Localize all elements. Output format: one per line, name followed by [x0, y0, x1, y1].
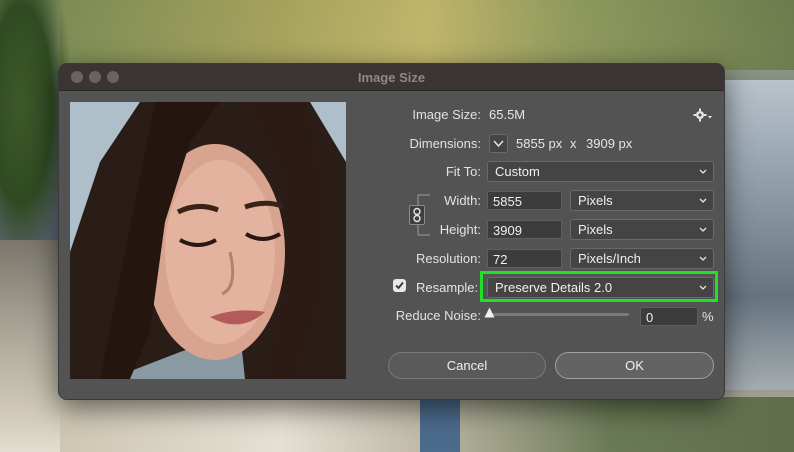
width-unit-value: Pixels [578, 193, 613, 208]
resolution-unit-value: Pixels/Inch [578, 251, 641, 266]
image-size-dialog: Image Size Image Size: 65.5M Dimensions:… [58, 63, 725, 400]
gear-icon[interactable] [693, 107, 713, 123]
resolution-label: Resolution: [415, 251, 481, 266]
dimensions-width-value: 5855 px [516, 136, 563, 151]
dimensions-height-value: 3909 px [586, 136, 633, 151]
width-label: Width: [444, 193, 481, 208]
resample-checkbox[interactable] [393, 279, 406, 292]
chevron-down-icon [699, 227, 707, 232]
dimensions-separator: x [570, 136, 577, 151]
width-unit-select[interactable]: Pixels [570, 190, 714, 211]
portrait-preview-image [70, 102, 346, 379]
chevron-down-icon [699, 256, 707, 261]
fit-to-select[interactable]: Custom [487, 161, 714, 182]
height-unit-value: Pixels [578, 222, 613, 237]
title-bar: Image Size [59, 64, 724, 91]
reduce-noise-unit: % [702, 309, 714, 324]
image-size-value: 65.5M [489, 107, 526, 122]
background-person-jeans [420, 397, 460, 452]
height-unit-select[interactable]: Pixels [570, 219, 714, 240]
fit-to-value: Custom [495, 164, 540, 179]
fit-to-label: Fit To: [445, 164, 481, 179]
resolution-input[interactable]: 72 [487, 249, 562, 268]
dimensions-label: Dimensions: [409, 136, 481, 151]
slider-handle-icon[interactable] [484, 307, 495, 318]
background-foliage [60, 0, 794, 70]
resample-label: Resample: [416, 280, 479, 295]
cancel-button[interactable]: Cancel [388, 352, 546, 379]
checkbox-icon [395, 281, 404, 290]
ok-button[interactable]: OK [555, 352, 714, 379]
resample-method-select[interactable]: Preserve Details 2.0 [487, 277, 714, 298]
dimensions-dropdown-button[interactable] [489, 134, 508, 153]
height-input[interactable]: 3909 [487, 220, 562, 239]
chevron-down-icon [699, 285, 707, 290]
width-input[interactable]: 5855 [487, 191, 562, 210]
resample-method-value: Preserve Details 2.0 [495, 280, 613, 295]
image-preview[interactable] [70, 102, 346, 379]
reduce-noise-input[interactable]: 0 [640, 307, 698, 326]
height-label: Height: [439, 222, 481, 237]
reduce-noise-label: Reduce Noise: [395, 308, 481, 323]
chevron-down-icon [699, 169, 707, 174]
reduce-noise-slider-track[interactable] [487, 313, 629, 316]
resolution-unit-select[interactable]: Pixels/Inch [570, 248, 714, 269]
chevron-down-icon [699, 198, 707, 203]
image-size-label: Image Size: [412, 107, 481, 122]
background-water [719, 80, 794, 390]
dialog-title: Image Size [357, 70, 426, 85]
chevron-down-icon [493, 140, 504, 148]
